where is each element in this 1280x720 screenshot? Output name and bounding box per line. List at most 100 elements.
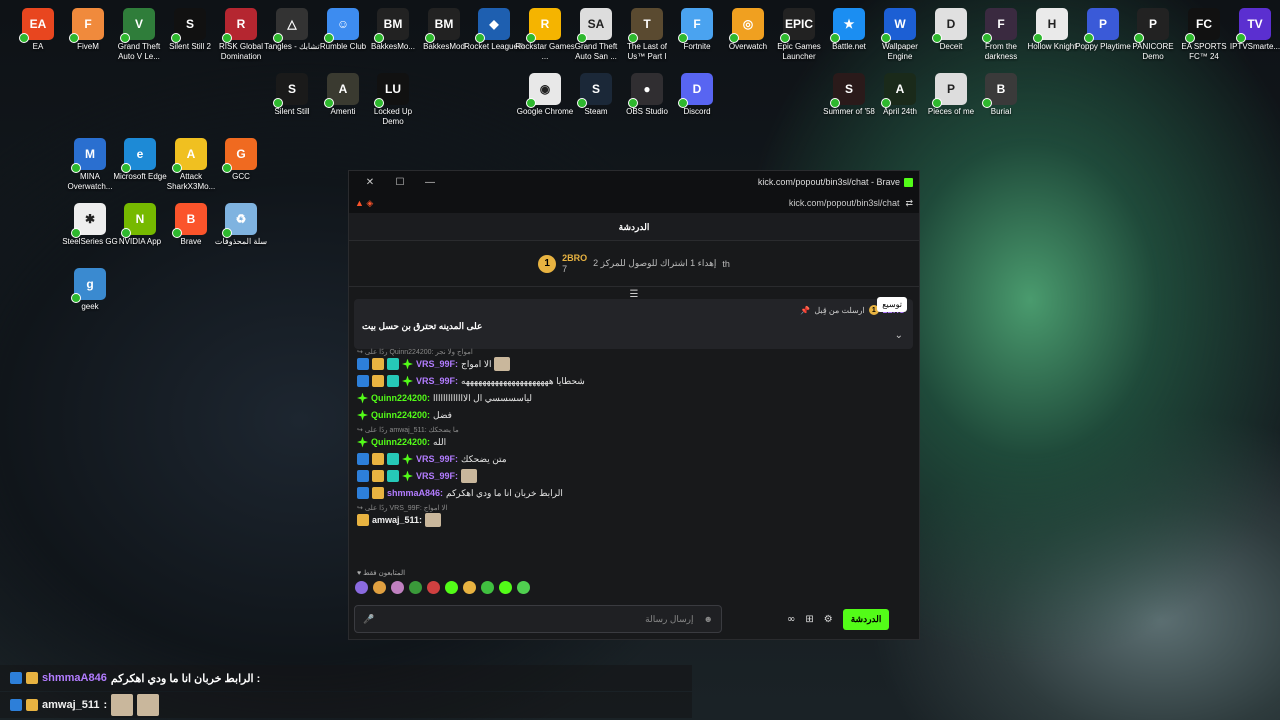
app-icon: M: [71, 138, 106, 173]
chat-text: الرابط خربان انا ما ودي اهكركم: [446, 487, 563, 498]
gold-badge-icon: [26, 699, 38, 711]
emoji-icon[interactable]: ☻: [704, 614, 713, 624]
shortcut-icon: [628, 33, 638, 43]
emote-icon[interactable]: [409, 581, 422, 594]
app-icon: LU: [374, 73, 409, 108]
app-icon: TV: [1236, 8, 1271, 43]
gear-icon[interactable]: ⚙: [824, 614, 833, 625]
send-button[interactable]: الدردشة: [842, 609, 890, 630]
kick-points-icon[interactable]: ∞: [787, 614, 795, 625]
chat-message[interactable]: VRS_99F: الا امواج: [357, 357, 912, 371]
chat-tools: ∞ ⊞ ⚙ الدردشة: [787, 609, 890, 630]
rank-badge: 1: [538, 254, 557, 273]
app-icon: V: [120, 8, 155, 43]
chat-message[interactable]: Quinn224200: الله: [357, 435, 912, 449]
desktop-icon[interactable]: LU Locked Up Demo: [363, 69, 423, 135]
shortcut-icon: [222, 163, 232, 173]
blue-badge-icon: [357, 487, 369, 499]
chat-input[interactable]: 🎤 إرسال رسالة ☻: [354, 605, 722, 633]
teal-badge-icon: [387, 470, 399, 482]
shortcut-icon: [678, 33, 688, 43]
overlay-message: shmmaA846 الرابط خربان انا ما ودي اهكركم …: [0, 665, 692, 691]
url-text[interactable]: kick.com/popout/bin3sl/chat: [789, 198, 900, 208]
app-icon: SA: [577, 8, 612, 43]
gift-icon[interactable]: ⊞: [805, 614, 813, 625]
shortcut-icon: [120, 33, 130, 43]
chat-username[interactable]: Quinn224200:: [371, 437, 430, 447]
app-icon: S: [577, 73, 612, 108]
reply-context[interactable]: ↪ ردًا على VRS_99F: الا امواج: [357, 503, 912, 512]
close-button[interactable]: ✕: [355, 177, 385, 188]
shortcut-icon: [172, 163, 182, 173]
shortcut-icon: [577, 33, 587, 43]
chat-message[interactable]: amwaj_511:: [357, 513, 912, 527]
teal-badge-icon: [387, 453, 399, 465]
chat-message[interactable]: VRS_99F: شحطايا هههههههههههههههههههههه: [357, 374, 912, 388]
sub-goal-bar[interactable]: 1 2BRO 7 إهداء 1 اشتراك للوصول للمركز 2 …: [349, 241, 919, 287]
emote-icon[interactable]: [391, 581, 404, 594]
chat-username[interactable]: VRS_99F:: [416, 376, 458, 386]
chat-username[interactable]: Quinn224200:: [371, 393, 430, 403]
chat-message[interactable]: VRS_99F: متن يضحكك: [357, 452, 912, 466]
chat-message[interactable]: Quinn224200: فضل: [357, 408, 912, 422]
reply-context[interactable]: ↪ ردًا على Quinn224200: امواج ولا نجر: [357, 347, 912, 356]
emote-icon[interactable]: [445, 581, 458, 594]
gold-badge-icon: [372, 470, 384, 482]
chat-message[interactable]: VRS_99F:: [357, 469, 912, 483]
chat-username[interactable]: VRS_99F:: [416, 359, 458, 369]
emote-icon[interactable]: [427, 581, 440, 594]
desktop-icon[interactable]: ♻ سلة المحذوفات: [211, 199, 271, 265]
app-icon: ◎: [729, 8, 764, 43]
chat-username[interactable]: shmmaA846:: [387, 488, 443, 498]
app-icon: A: [172, 138, 207, 173]
app-icon: ●: [628, 73, 663, 108]
app-icon: A: [324, 73, 359, 108]
minimize-button[interactable]: —: [415, 177, 445, 188]
chat-messages: ↪ ردًا على Quinn224200: امواج ولا نجر VRS…: [357, 347, 912, 563]
green-badge-icon: [357, 409, 368, 421]
chat-message[interactable]: Quinn224200: لياسسسسي ال الااااااااااااا: [357, 391, 912, 405]
desktop-icon[interactable]: TV IPTVSmarte...: [1225, 4, 1280, 70]
mic-icon[interactable]: 🎤: [363, 614, 374, 625]
app-icon: P: [1134, 8, 1169, 43]
maximize-button[interactable]: ☐: [385, 177, 415, 188]
pinned-message[interactable]: 📌 ارسلت من قِبل 1 2BRO على المدينه تحترق…: [354, 297, 913, 349]
emote-icon[interactable]: [499, 581, 512, 594]
emote-icon[interactable]: [517, 581, 530, 594]
overlay-text: :: [103, 699, 108, 711]
desktop-icon[interactable]: D Discord: [667, 69, 727, 135]
address-bar[interactable]: ▲ ◈ kick.com/popout/bin3sl/chat ⇄: [349, 193, 919, 213]
shortcut-icon: [121, 228, 131, 238]
chevron-down-icon[interactable]: ⌄: [895, 330, 903, 341]
shortcut-icon: [273, 33, 283, 43]
desktop-icon[interactable]: G GCC: [211, 134, 271, 200]
chat-username[interactable]: VRS_99F:: [416, 454, 458, 464]
app-icon: BM: [425, 8, 460, 43]
gold-badge-icon: [372, 358, 384, 370]
emote-icon[interactable]: [481, 581, 494, 594]
green-badge-icon: [402, 358, 413, 370]
goal-text: إهداء 1 اشتراك للوصول للمركز 2: [593, 258, 717, 268]
chat-username[interactable]: amwaj_511:: [372, 515, 422, 525]
chat-message[interactable]: shmmaA846: الرابط خربان انا ما ودي اهكركم: [357, 486, 912, 500]
settings-icon[interactable]: ⇄: [905, 198, 913, 209]
green-badge-icon: [357, 436, 368, 448]
gold-badge-icon: [26, 672, 38, 684]
app-icon: S: [830, 73, 865, 108]
desktop-icon[interactable]: g geek: [60, 264, 120, 330]
emote-icon[interactable]: [373, 581, 386, 594]
chat-username[interactable]: Quinn224200:: [371, 410, 430, 420]
blue-badge-icon: [357, 358, 369, 370]
emote-icon[interactable]: [355, 581, 368, 594]
brave-shield-icon[interactable]: ▲ ◈: [355, 198, 373, 209]
desktop-icon[interactable]: B Burial: [971, 69, 1031, 135]
app-icon: ☺: [324, 8, 359, 43]
shortcut-icon: [932, 98, 942, 108]
reply-context[interactable]: ↪ ردًا على amwaj_511: ما يضحكك: [357, 425, 912, 434]
chat-username[interactable]: VRS_99F:: [416, 471, 458, 481]
shortcut-icon: [982, 33, 992, 43]
gold-badge-icon: [372, 375, 384, 387]
shortcut-icon: [71, 163, 81, 173]
blue-badge-icon: [357, 453, 369, 465]
emote-icon[interactable]: [463, 581, 476, 594]
